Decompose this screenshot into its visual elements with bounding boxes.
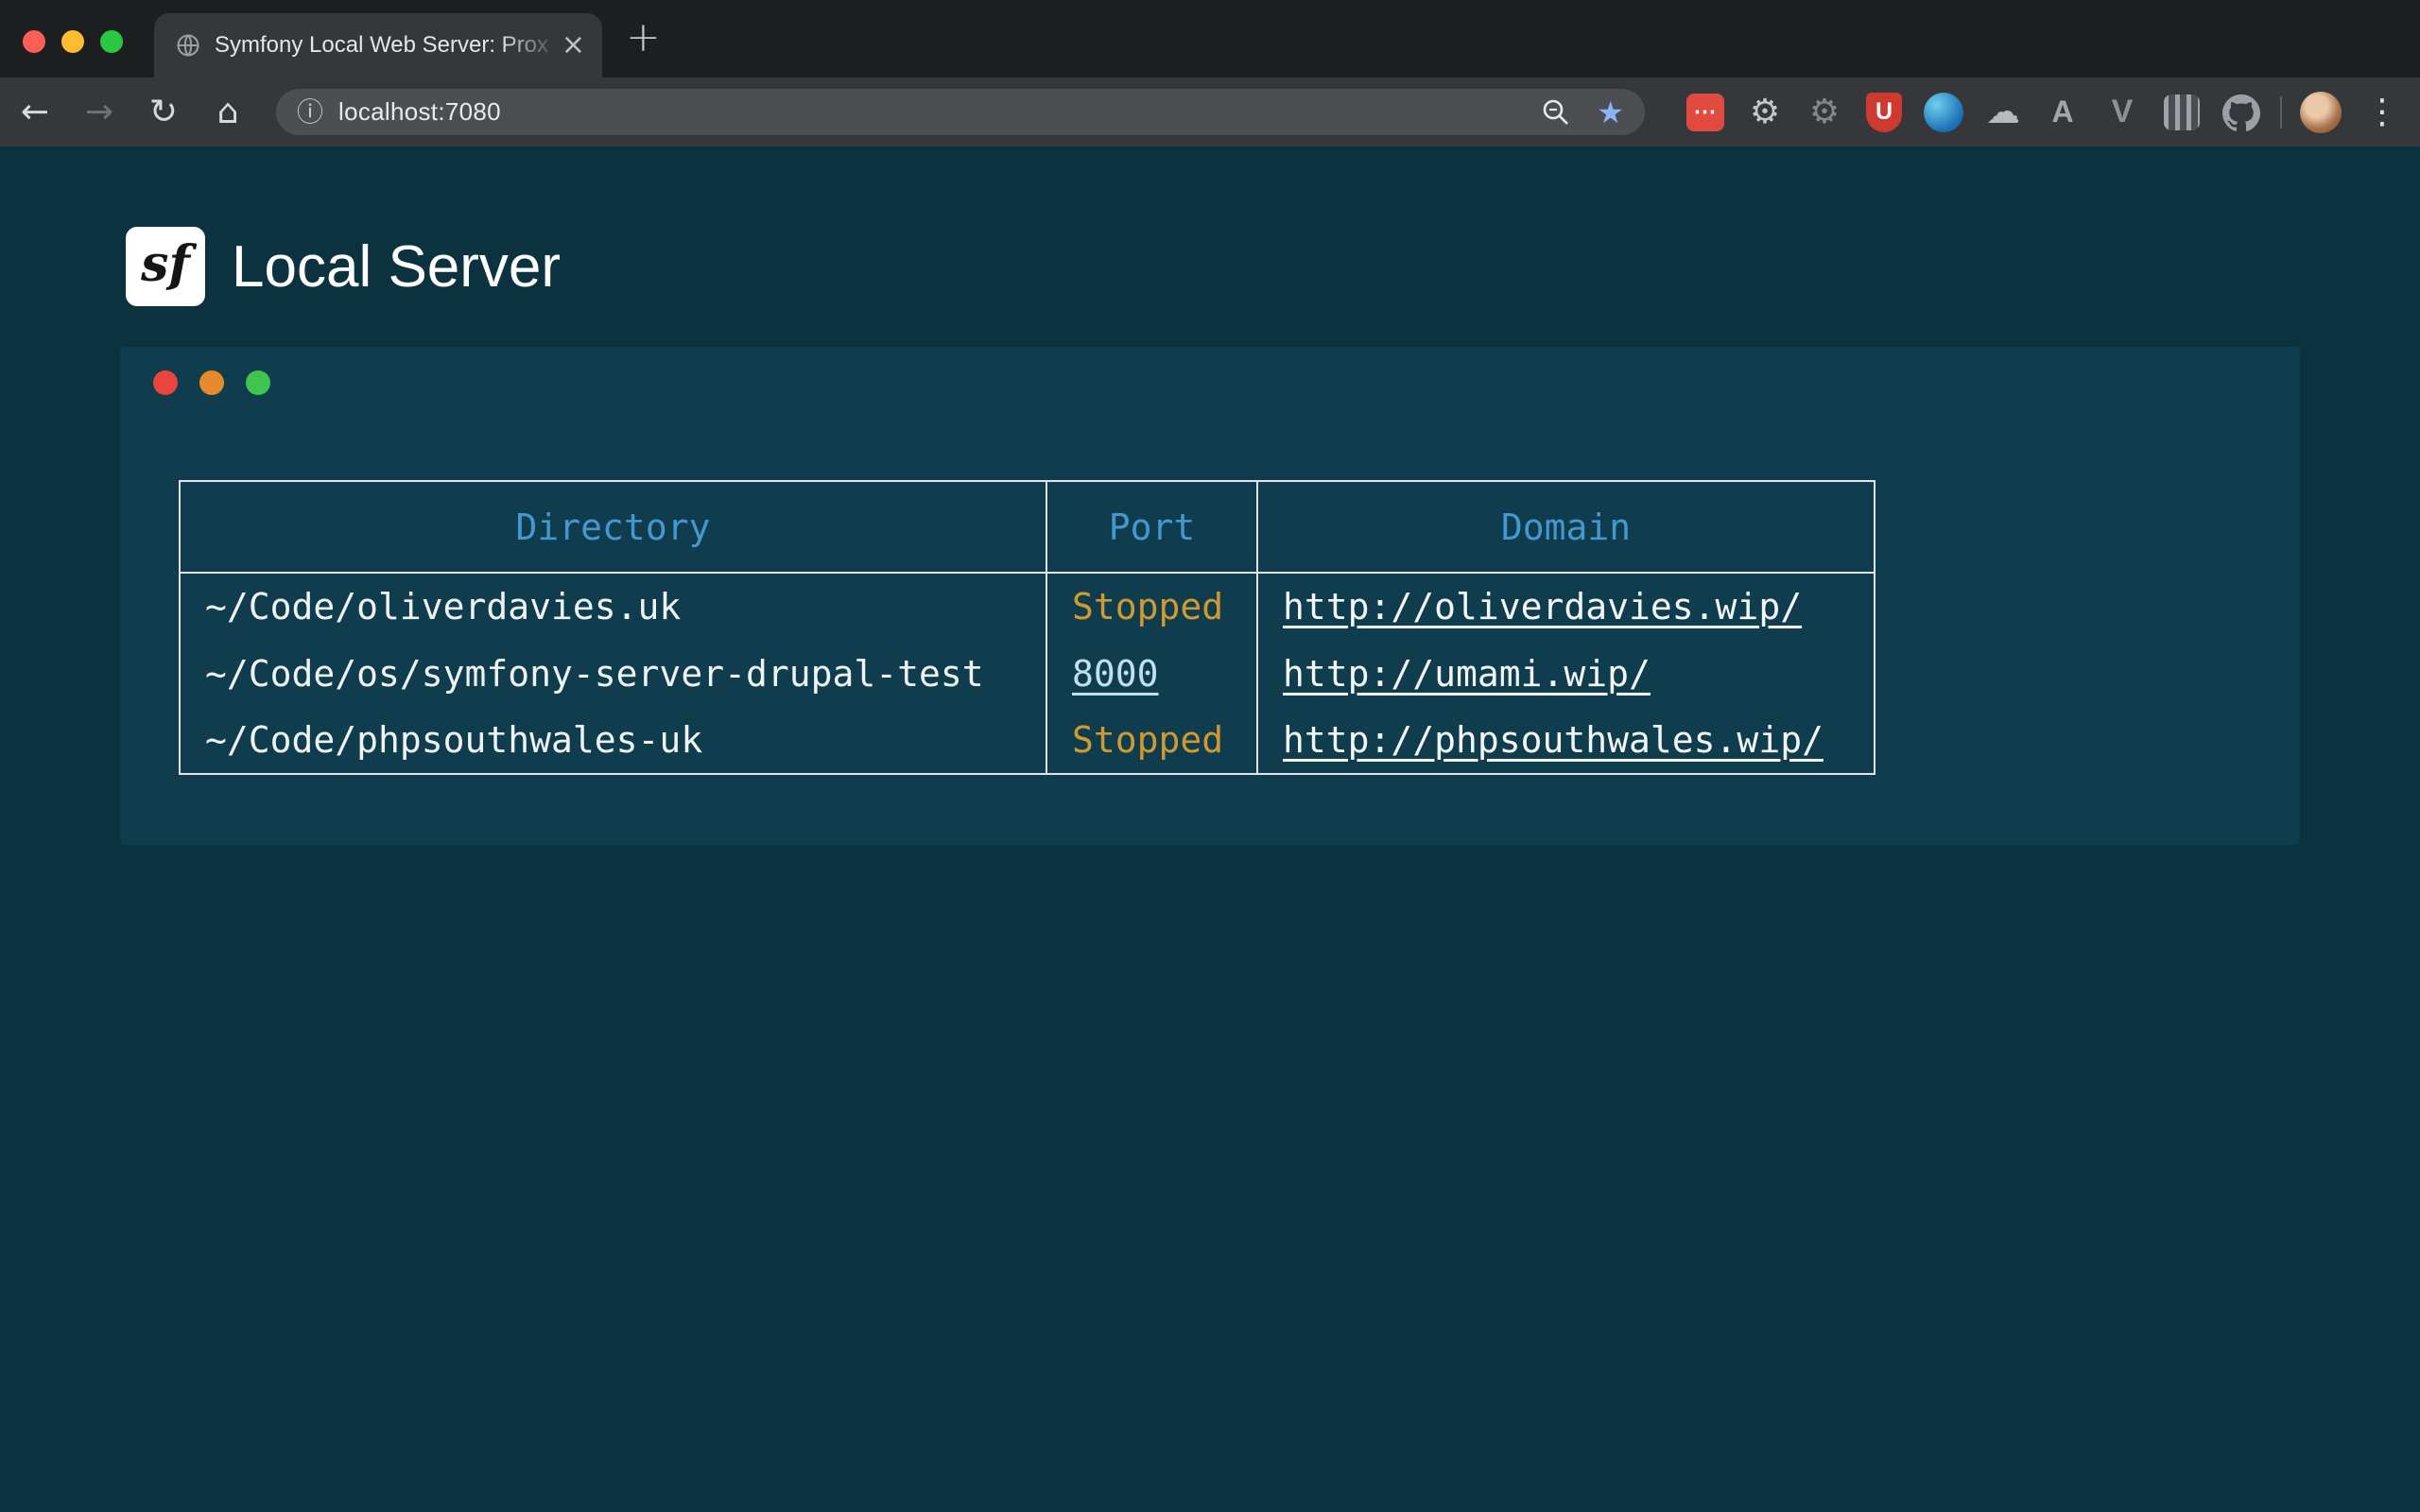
domain-link[interactable]: http://umami.wip/ (1283, 653, 1651, 695)
blue-circle-extension-icon[interactable] (1923, 92, 1964, 133)
port-cell: 8000 (1046, 640, 1257, 707)
new-tab-button[interactable]: + (626, 17, 661, 59)
back-icon[interactable]: ← (13, 91, 57, 134)
browser-tab[interactable]: Symfony Local Web Server: Prox × (154, 13, 602, 77)
directory-cell: ~/Code/oliverdavies.uk (180, 573, 1046, 640)
terminal-red-dot (153, 370, 178, 395)
forward-icon[interactable]: → (78, 91, 121, 134)
server-table: Directory Port Domain ~/Code/oliverdavie… (179, 480, 1876, 775)
port-cell: Stopped (1046, 707, 1257, 774)
directory-column-header: Directory (180, 481, 1046, 573)
grid-badge (2164, 94, 2200, 130)
terminal-green-dot (246, 370, 270, 395)
blue-circle-badge (1924, 93, 1963, 132)
gear-light-extension-icon[interactable]: ⚙ (1744, 92, 1786, 133)
chrome-menu-icon[interactable]: ⋮ (2360, 95, 2405, 129)
ublock-origin-extension-icon[interactable]: U (1863, 92, 1905, 133)
status-stopped: Stopped (1072, 719, 1223, 761)
server-panel: Directory Port Domain ~/Code/oliverdavie… (120, 347, 2300, 845)
url-text: localhost:7080 (338, 97, 501, 127)
brand-header: sf Local Server (126, 227, 561, 306)
github-extension-icon[interactable] (2221, 92, 2262, 133)
domain-cell: http://oliverdavies.wip/ (1257, 573, 1875, 640)
browser-window: Symfony Local Web Server: Prox × + ← → ↻… (0, 0, 2420, 1512)
window-close-button[interactable] (23, 30, 45, 53)
extensions-area: ⋯ ⚙ ⚙ U ☁ A V ⋮ (1685, 77, 2405, 146)
symfony-logo: sf (126, 227, 205, 306)
globe-favicon-icon (175, 32, 201, 59)
toolbar-divider (2280, 96, 2282, 129)
port-cell: Stopped (1046, 573, 1257, 640)
letter-a-extension-icon[interactable]: A (2042, 92, 2083, 133)
tab-close-icon[interactable]: × (562, 31, 585, 60)
gear-dark-extension-icon[interactable]: ⚙ (1804, 92, 1845, 133)
domain-cell: http://phpsouthwales.wip/ (1257, 707, 1875, 774)
traffic-lights (23, 30, 123, 53)
letter-v-extension-icon[interactable]: V (2101, 92, 2143, 133)
directory-cell: ~/Code/phpsouthwales-uk (180, 707, 1046, 774)
domain-link[interactable]: http://phpsouthwales.wip/ (1283, 719, 1824, 761)
grid-extension-icon[interactable] (2161, 92, 2203, 133)
red-dots-extension-icon[interactable]: ⋯ (1685, 92, 1726, 133)
site-info-icon[interactable]: ⓘ (297, 99, 323, 126)
table-row: ~/Code/oliverdavies.uk Stopped http://ol… (180, 573, 1875, 640)
tab-strip: Symfony Local Web Server: Prox × + (0, 0, 2420, 77)
omnibox-right-icons: ★ (1540, 96, 1624, 129)
port-link[interactable]: 8000 (1072, 653, 1159, 695)
symfony-logo-text: sf (141, 235, 190, 293)
page-content: sf Local Server Dir (0, 146, 2420, 1512)
ublock-shield: U (1866, 93, 1902, 132)
page-title: Local Server (232, 233, 561, 301)
table-row: ~/Code/phpsouthwales-uk Stopped http://p… (180, 707, 1875, 774)
red-dots-badge: ⋯ (1686, 94, 1724, 131)
server-table-wrap: Directory Port Domain ~/Code/oliverdavie… (179, 480, 1876, 775)
tab-title: Symfony Local Web Server: Prox (215, 32, 562, 59)
browser-toolbar: ← → ↻ ⌂ ⓘ localhost:7080 ★ ⋯ ⚙ ⚙ (0, 77, 2420, 146)
reload-icon[interactable]: ↻ (142, 91, 185, 134)
nav-buttons: ← → ↻ ⌂ (13, 77, 250, 146)
window-zoom-button[interactable] (100, 30, 123, 53)
profile-avatar[interactable] (2300, 92, 2342, 133)
table-header-row: Directory Port Domain (180, 481, 1875, 573)
zoom-indicator-icon[interactable] (1540, 96, 1572, 129)
domain-column-header: Domain (1257, 481, 1875, 573)
terminal-dots (153, 370, 270, 395)
domain-cell: http://umami.wip/ (1257, 640, 1875, 707)
window-minimize-button[interactable] (61, 30, 84, 53)
cloud-extension-icon[interactable]: ☁ (1982, 92, 2024, 133)
directory-cell: ~/Code/os/symfony-server-drupal-test (180, 640, 1046, 707)
port-column-header: Port (1046, 481, 1257, 573)
status-stopped: Stopped (1072, 586, 1223, 627)
table-row: ~/Code/os/symfony-server-drupal-test 800… (180, 640, 1875, 707)
home-icon[interactable]: ⌂ (206, 91, 250, 134)
octocat-icon (2222, 94, 2260, 131)
bookmark-star-icon[interactable]: ★ (1597, 97, 1624, 128)
domain-link[interactable]: http://oliverdavies.wip/ (1283, 586, 1802, 627)
terminal-orange-dot (199, 370, 224, 395)
url-bar[interactable]: ⓘ localhost:7080 ★ (276, 89, 1645, 135)
